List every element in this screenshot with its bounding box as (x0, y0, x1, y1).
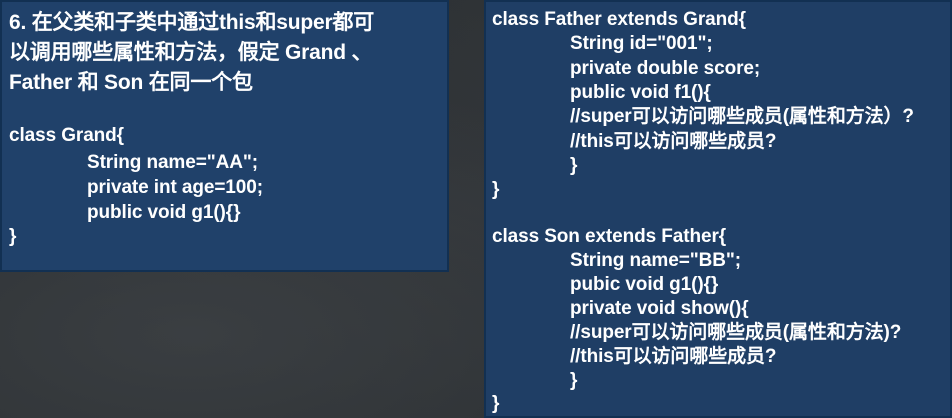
son-this-comment: //this可以访问哪些成员? (570, 346, 777, 367)
grand-class-declaration: class Grand{ (9, 125, 124, 146)
grand-name-field: String name="AA"; (87, 152, 258, 173)
grand-age-field: private int age=100; (87, 177, 263, 198)
son-show-close-brace: } (570, 370, 578, 391)
code-panel: class Father extends Grand{ String id="0… (484, 0, 952, 418)
father-class-declaration: class Father extends Grand{ (492, 9, 746, 30)
question-panel: 6. 在父类和子类中通过this和super都可 以调用哪些属性和方法，假定 G… (0, 0, 449, 272)
father-f1-method: public void f1(){ (570, 82, 711, 103)
question-line-3: Father 和 Son 在同一个包 (9, 71, 253, 94)
grand-class-close-brace: } (9, 226, 17, 247)
grand-g1-method: public void g1(){} (87, 202, 241, 223)
son-name-field: String name="BB"; (570, 250, 741, 271)
father-f1-close-brace: } (570, 155, 578, 176)
son-class-close-brace: } (492, 393, 500, 414)
son-g1-method: pubic void g1(){} (570, 274, 719, 295)
question-line-1: 6. 在父类和子类中通过this和super都可 (9, 11, 375, 34)
father-id-field: String id="001"; (570, 33, 713, 54)
son-show-method: private void show(){ (570, 298, 749, 319)
son-class-declaration: class Son extends Father{ (492, 226, 727, 247)
father-score-field: private double score; (570, 58, 761, 79)
father-class-close-brace: } (492, 179, 500, 200)
question-line-2: 以调用哪些属性和方法，假定 Grand 、 (9, 41, 373, 64)
question-heading: 6. 在父类和子类中通过this和super都可 以调用哪些属性和方法，假定 G… (9, 8, 445, 98)
father-super-comment: //super可以访问哪些成员(属性和方法）? (570, 106, 914, 127)
son-super-comment: //super可以访问哪些成员(属性和方法)? (570, 322, 902, 343)
father-this-comment: //this可以访问哪些成员? (570, 131, 777, 152)
